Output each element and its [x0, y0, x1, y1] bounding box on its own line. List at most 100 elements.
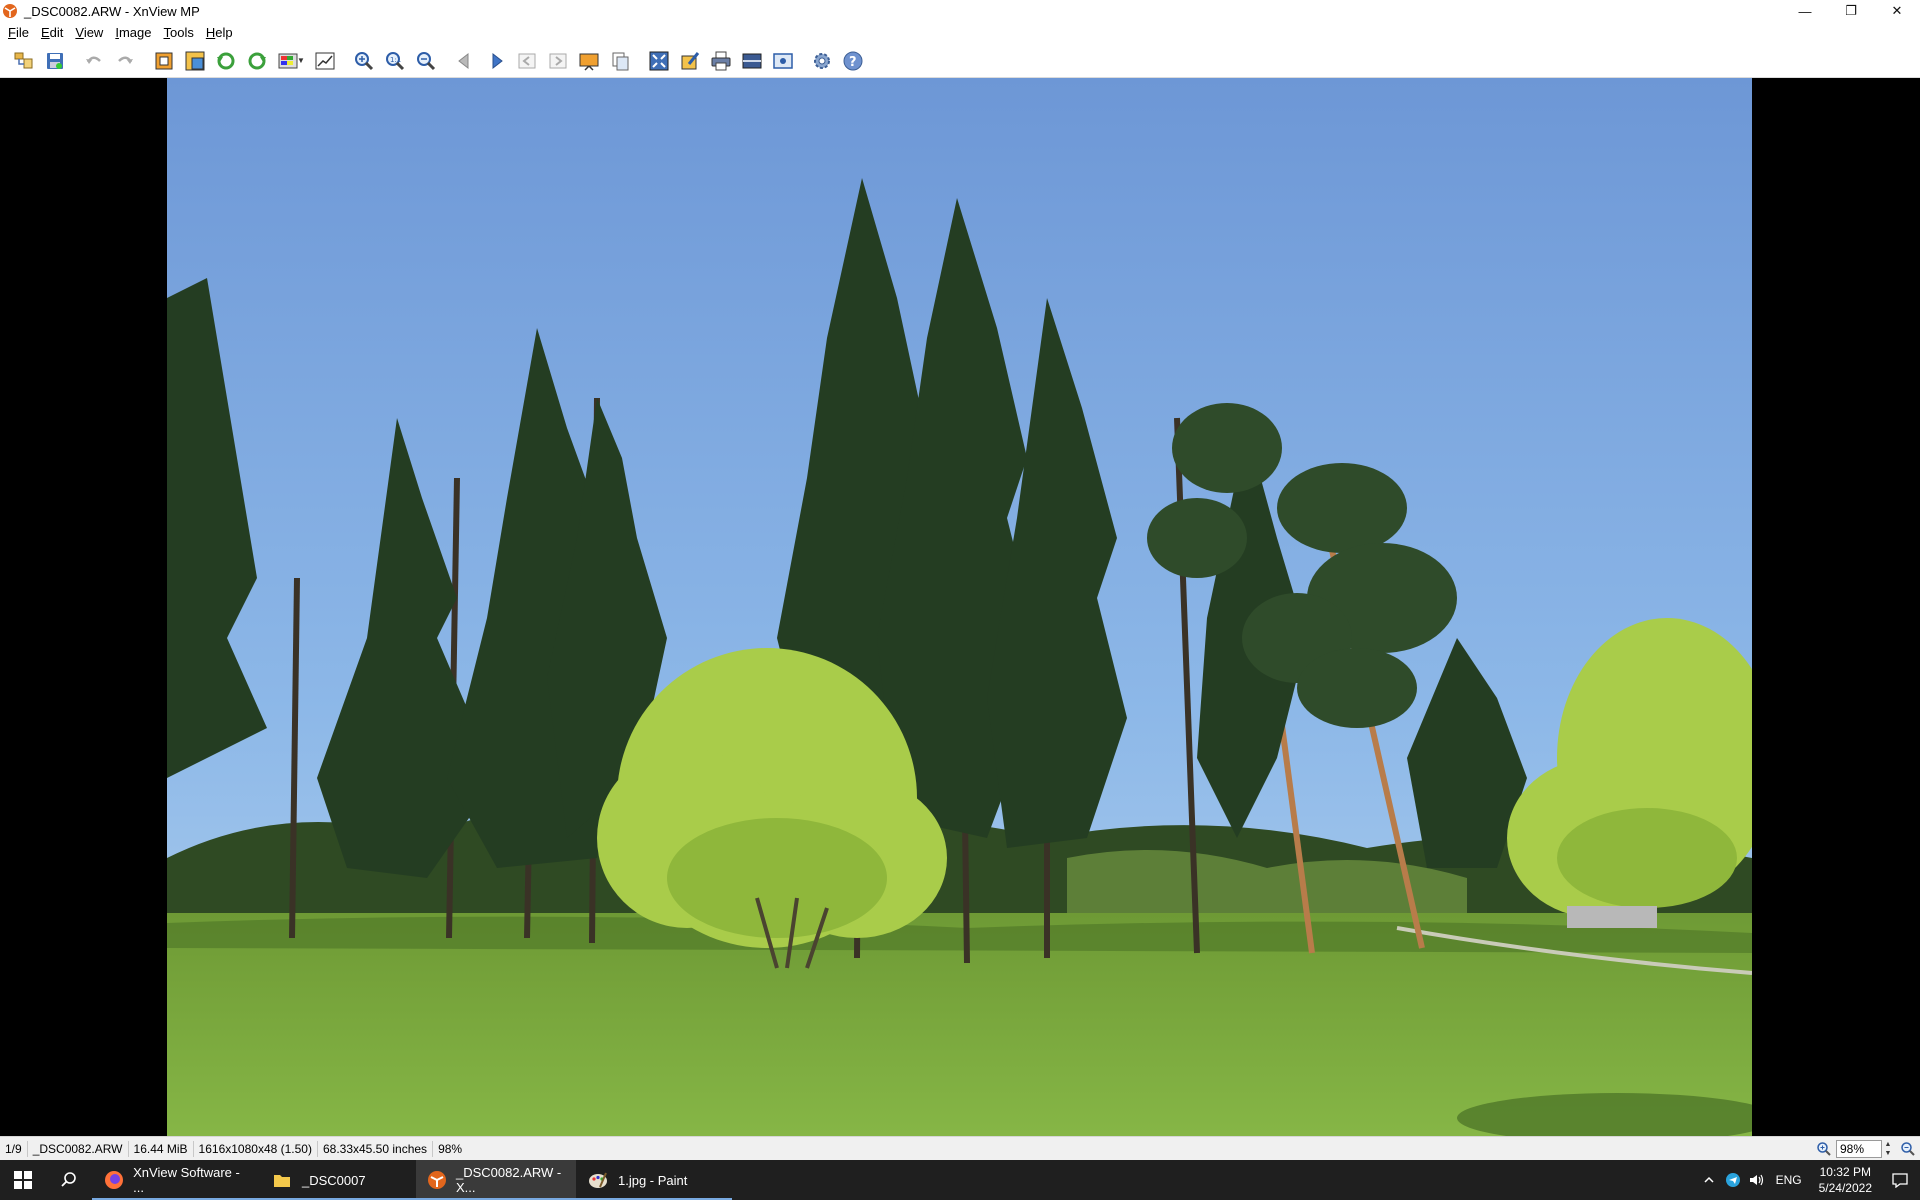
help-icon: ?	[843, 51, 863, 70]
taskbar-search-button[interactable]	[46, 1160, 92, 1200]
system-tray: ENG 10:32 PM 5/24/2022	[1697, 1160, 1920, 1200]
zoom-out-small-icon[interactable]	[1900, 1141, 1916, 1157]
notification-center-button[interactable]	[1880, 1160, 1920, 1200]
settings-button[interactable]	[808, 47, 836, 75]
maximize-button[interactable]: ❐	[1828, 0, 1874, 22]
status-bar: 1/9 _DSC0082.ARW 16.44 MiB 1616x1080x48 …	[0, 1136, 1920, 1160]
photo-forest-park	[167, 78, 1752, 1136]
help-button[interactable]: ?	[839, 47, 867, 75]
status-index: 1/9	[0, 1140, 28, 1157]
taskbar-item-folder[interactable]: _DSC0007	[260, 1160, 416, 1200]
browser-icon	[14, 52, 33, 68]
slideshow-icon	[579, 53, 599, 71]
edit-button[interactable]	[676, 47, 704, 75]
slideshow-button[interactable]	[575, 47, 603, 75]
wallpaper-icon	[773, 52, 793, 69]
window-title: _DSC0082.ARW - XnView MP	[24, 3, 200, 19]
status-print-size: 68.33x45.50 inches	[318, 1140, 434, 1157]
zoom-in-icon	[354, 51, 373, 70]
taskbar-item-firefox[interactable]: XnView Software - ...	[92, 1160, 260, 1200]
menu-help[interactable]: Help	[200, 22, 239, 44]
close-button[interactable]: ✕	[1874, 0, 1920, 22]
telegram-icon[interactable]	[1721, 1172, 1745, 1188]
menu-tools[interactable]: Tools	[157, 22, 199, 44]
settings-icon	[813, 52, 830, 69]
zoom-stepper[interactable]: ▲ ▼	[1882, 1140, 1894, 1158]
zoom-actual-button[interactable]: 1:1	[381, 47, 409, 75]
language-indicator[interactable]: ENG	[1769, 1173, 1809, 1187]
crop-icon	[155, 52, 173, 69]
menu-edit[interactable]: Edit	[35, 22, 69, 44]
last-icon	[549, 53, 567, 68]
restore-icon: ❐	[1845, 3, 1857, 18]
print-button[interactable]	[707, 47, 735, 75]
status-zoom: 98%	[438, 1141, 463, 1156]
zoom-out-button[interactable]	[412, 47, 440, 75]
adjust-icon	[278, 53, 298, 68]
print-icon	[711, 51, 731, 70]
scan-icon	[742, 53, 762, 68]
menu-view[interactable]: View	[69, 22, 109, 44]
minimize-button[interactable]: —	[1782, 0, 1828, 22]
toolbar: ▼ 1:1 ?	[0, 44, 1920, 78]
title-bar: _DSC0082.ARW - XnView MP — ❐ ✕	[0, 0, 1920, 22]
first-icon	[518, 53, 536, 68]
copy-button[interactable]	[606, 47, 634, 75]
last-button[interactable]	[544, 47, 572, 75]
menu-file[interactable]: File	[2, 22, 35, 44]
adjust-dropdown-icon[interactable]: ▼	[297, 56, 305, 65]
zoom-input[interactable]: 98%	[1836, 1140, 1882, 1158]
volume-icon[interactable]	[1745, 1172, 1769, 1188]
taskbar-item-paint[interactable]: 1.jpg - Paint	[576, 1160, 732, 1200]
menu-image[interactable]: Image	[109, 22, 157, 44]
rotate-left-icon	[217, 52, 235, 69]
paint-icon	[589, 1172, 607, 1188]
undo-button[interactable]	[80, 47, 108, 75]
clock[interactable]: 10:32 PM 5/24/2022	[1819, 1164, 1872, 1196]
next-icon	[492, 52, 503, 69]
status-filesize: 16.44 MiB	[129, 1140, 194, 1157]
taskbar: XnView Software - ... _DSC0007 _DSC0082.…	[0, 1160, 1920, 1200]
image-viewer[interactable]	[0, 78, 1920, 1136]
rotate-left-button[interactable]	[212, 47, 240, 75]
notification-icon	[1892, 1173, 1908, 1188]
first-button[interactable]	[513, 47, 541, 75]
svg-text:?: ?	[849, 55, 857, 70]
clock-time: 10:32 PM	[1819, 1165, 1871, 1179]
copy-icon	[612, 52, 629, 70]
save-button[interactable]	[41, 47, 69, 75]
zoom-in-button[interactable]	[350, 47, 378, 75]
edit-icon	[681, 51, 700, 69]
menu-bar: File Edit View Image Tools Help	[0, 22, 1920, 44]
zoom-actual-icon: 1:1	[385, 51, 404, 70]
fit-button[interactable]	[645, 47, 673, 75]
xnview-app-icon	[3, 4, 17, 18]
levels-icon	[315, 52, 335, 69]
photo-canvas[interactable]	[167, 78, 1752, 1136]
close-icon: ✕	[1891, 3, 1903, 18]
windows-icon	[14, 1171, 32, 1189]
resize-icon	[185, 51, 205, 70]
browser-button[interactable]	[10, 47, 38, 75]
scan-button[interactable]	[738, 47, 766, 75]
redo-button[interactable]	[111, 47, 139, 75]
next-button[interactable]	[482, 47, 510, 75]
start-button[interactable]	[0, 1160, 46, 1200]
fit-icon	[649, 51, 669, 70]
levels-button[interactable]	[311, 47, 339, 75]
zoom-in-small-icon[interactable]	[1816, 1141, 1832, 1157]
firefox-icon	[104, 1171, 123, 1189]
save-icon	[47, 52, 63, 69]
rotate-right-icon	[248, 52, 266, 69]
tray-overflow-icon[interactable]	[1697, 1174, 1721, 1186]
taskbar-item-xnview[interactable]: _DSC0082.ARW - X...	[416, 1160, 576, 1200]
redo-icon	[118, 56, 133, 64]
clock-date: 5/24/2022	[1818, 1181, 1872, 1195]
resize-button[interactable]	[181, 47, 209, 75]
rotate-right-button[interactable]	[243, 47, 271, 75]
undo-icon	[86, 56, 101, 64]
previous-button[interactable]	[451, 47, 479, 75]
crop-button[interactable]	[150, 47, 178, 75]
wallpaper-button[interactable]	[769, 47, 797, 75]
svg-text:1:1: 1:1	[390, 56, 401, 64]
